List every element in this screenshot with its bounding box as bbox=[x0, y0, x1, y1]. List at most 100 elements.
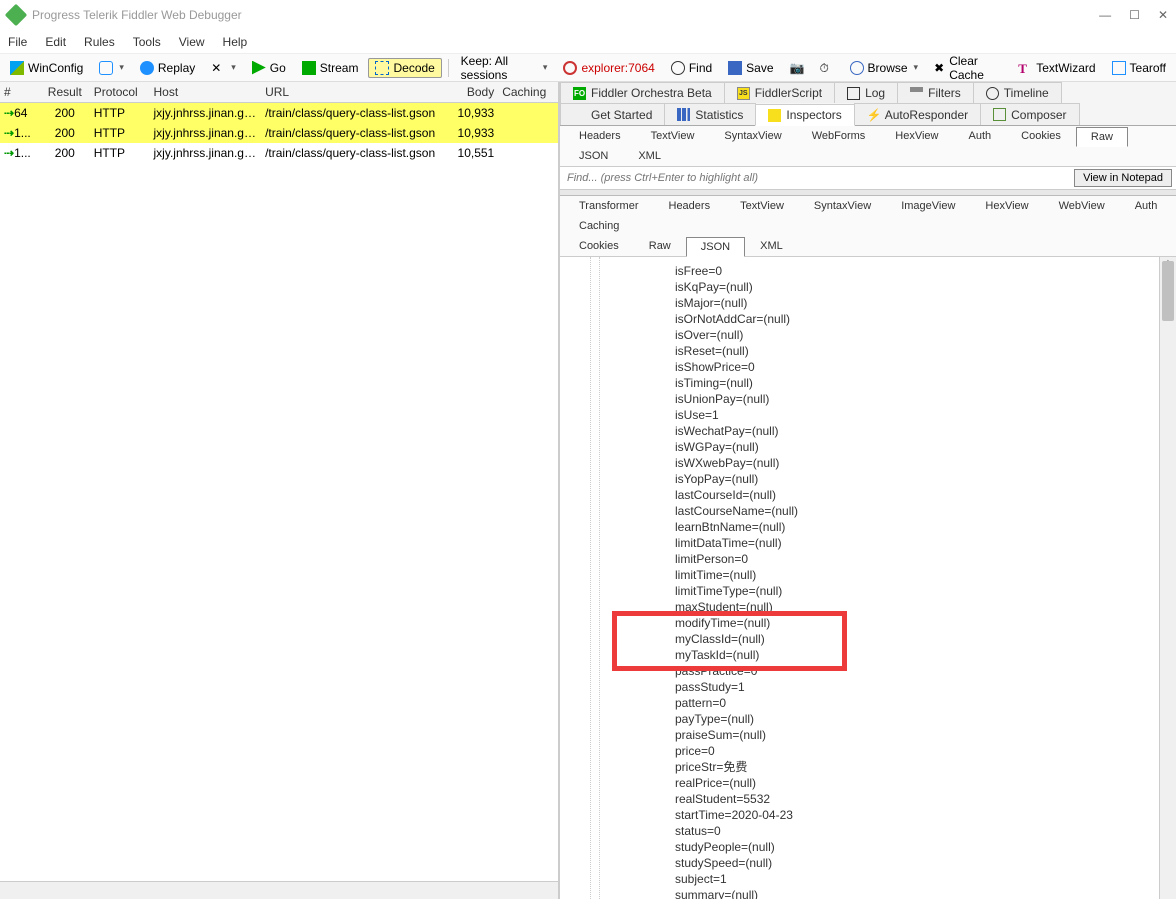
replay-button[interactable]: Replay bbox=[134, 59, 201, 77]
resptab-webview[interactable]: WebView bbox=[1044, 196, 1120, 216]
menu-view[interactable]: View bbox=[179, 35, 205, 49]
log-icon bbox=[847, 87, 860, 100]
browse-button[interactable]: Browse▾ bbox=[844, 59, 925, 77]
find-input[interactable] bbox=[564, 169, 1074, 187]
menu-rules[interactable]: Rules bbox=[84, 35, 115, 49]
json-vscroll[interactable]: ▲ bbox=[1159, 257, 1176, 899]
menu-tools[interactable]: Tools bbox=[133, 35, 161, 49]
json-line: modifyTime=(null) bbox=[675, 615, 1176, 631]
tab-log[interactable]: Log bbox=[834, 82, 898, 103]
resptab-xml[interactable]: XML bbox=[745, 236, 798, 256]
col-header[interactable]: Host bbox=[150, 82, 262, 102]
scroll-thumb[interactable] bbox=[1162, 261, 1174, 321]
session-row[interactable]: ⇢1...200HTTPjxjy.jnhrss.jinan.go.../trai… bbox=[0, 123, 558, 143]
fiddlerscript-icon: JS bbox=[737, 87, 750, 100]
tab-filters[interactable]: Filters bbox=[897, 82, 974, 103]
json-line: realStudent=5532 bbox=[675, 791, 1176, 807]
col-header[interactable]: # bbox=[0, 82, 40, 102]
json-line: limitTimeType=(null) bbox=[675, 583, 1176, 599]
resptab-hexview[interactable]: HexView bbox=[970, 196, 1043, 216]
resptab-transformer[interactable]: Transformer bbox=[564, 196, 654, 216]
resptab-cookies[interactable]: Cookies bbox=[564, 236, 634, 256]
reqtab-webforms[interactable]: WebForms bbox=[797, 126, 881, 146]
titlebar: Progress Telerik Fiddler Web Debugger — … bbox=[0, 0, 1176, 30]
col-header[interactable]: URL bbox=[261, 82, 446, 102]
stream-button[interactable]: Stream bbox=[296, 59, 365, 77]
keep-sessions-dropdown[interactable]: Keep: All sessions▾ bbox=[455, 52, 554, 84]
find-button[interactable]: Find bbox=[665, 59, 718, 77]
remove-button[interactable]: ✕▾ bbox=[205, 59, 242, 77]
menu-edit[interactable]: Edit bbox=[45, 35, 66, 49]
sessions-body[interactable]: ⇢64200HTTPjxjy.jnhrss.jinan.go.../train/… bbox=[0, 103, 558, 881]
resptab-auth[interactable]: Auth bbox=[1120, 196, 1173, 216]
reqtab-xml[interactable]: XML bbox=[623, 146, 676, 166]
resptab-caching[interactable]: Caching bbox=[564, 216, 634, 236]
json-line: passPractice=0 bbox=[675, 663, 1176, 679]
col-header[interactable]: Caching bbox=[498, 82, 558, 102]
json-line: isWGPay=(null) bbox=[675, 439, 1176, 455]
screenshot-button[interactable]: 📷 bbox=[784, 59, 810, 77]
comment-button[interactable]: ▾ bbox=[93, 59, 130, 77]
close-button[interactable]: ✕ bbox=[1158, 8, 1168, 22]
minimize-button[interactable]: — bbox=[1099, 8, 1111, 22]
json-tree-view[interactable]: isFree=0isKqPay=(null)isMajor=(null)isOr… bbox=[560, 257, 1176, 899]
tab-get-started[interactable]: Get Started bbox=[560, 103, 665, 125]
resptab-imageview[interactable]: ImageView bbox=[886, 196, 970, 216]
json-line: isKqPay=(null) bbox=[675, 279, 1176, 295]
tab-inspectors[interactable]: Inspectors bbox=[755, 104, 854, 126]
json-line: maxStudent=(null) bbox=[675, 599, 1176, 615]
timer-button[interactable]: ⏱ bbox=[814, 59, 840, 77]
json-line: isTiming=(null) bbox=[675, 375, 1176, 391]
maximize-button[interactable]: ☐ bbox=[1129, 8, 1140, 22]
json-line: realPrice=(null) bbox=[675, 775, 1176, 791]
session-row[interactable]: ⇢64200HTTPjxjy.jnhrss.jinan.go.../train/… bbox=[0, 103, 558, 123]
json-line: myClassId=(null) bbox=[675, 631, 1176, 647]
reqtab-raw[interactable]: Raw bbox=[1076, 127, 1128, 147]
decode-button[interactable]: Decode bbox=[368, 58, 441, 78]
resptab-headers[interactable]: Headers bbox=[654, 196, 726, 216]
reqtab-headers[interactable]: Headers bbox=[564, 126, 636, 146]
view-in-notepad-button[interactable]: View in Notepad bbox=[1074, 169, 1172, 187]
reqtab-auth[interactable]: Auth bbox=[954, 126, 1007, 146]
json-line: pattern=0 bbox=[675, 695, 1176, 711]
reqtab-hexview[interactable]: HexView bbox=[880, 126, 953, 146]
json-line: limitPerson=0 bbox=[675, 551, 1176, 567]
tab-fiddler-orchestra-beta[interactable]: FOFiddler Orchestra Beta bbox=[560, 82, 725, 103]
col-header[interactable]: Result bbox=[40, 82, 90, 102]
session-row[interactable]: ⇢1...200HTTPjxjy.jnhrss.jinan.go.../trai… bbox=[0, 143, 558, 163]
tab-autoresponder[interactable]: ⚡AutoResponder bbox=[854, 103, 981, 125]
sessions-hscroll[interactable] bbox=[0, 881, 558, 899]
clearcache-button[interactable]: ✖Clear Cache bbox=[928, 52, 1008, 84]
reqtab-syntaxview[interactable]: SyntaxView bbox=[709, 126, 796, 146]
resptab-textview[interactable]: TextView bbox=[725, 196, 799, 216]
tab-statistics[interactable]: Statistics bbox=[664, 103, 756, 125]
get-started-icon bbox=[573, 108, 586, 121]
col-header[interactable]: Body bbox=[446, 82, 498, 102]
composer-icon bbox=[993, 108, 1006, 121]
resptab-raw[interactable]: Raw bbox=[634, 236, 686, 256]
top-tabs: FOFiddler Orchestra BetaJSFiddlerScriptL… bbox=[560, 82, 1176, 126]
winconfig-button[interactable]: WinConfig bbox=[4, 59, 89, 77]
process-filter-button[interactable]: explorer:7064 bbox=[557, 59, 660, 77]
reqtab-json[interactable]: JSON bbox=[564, 146, 623, 166]
tab-composer[interactable]: Composer bbox=[980, 103, 1079, 125]
go-button[interactable]: Go bbox=[246, 59, 292, 77]
sessions-panel: #ResultProtocolHostURLBodyCaching ⇢64200… bbox=[0, 82, 560, 899]
save-button[interactable]: Save bbox=[722, 59, 779, 77]
tab-fiddlerscript[interactable]: JSFiddlerScript bbox=[724, 82, 835, 103]
reqtab-textview[interactable]: TextView bbox=[636, 126, 710, 146]
textwizard-button[interactable]: TTextWizard bbox=[1012, 59, 1101, 77]
app-icon bbox=[5, 4, 28, 27]
resptab-syntaxview[interactable]: SyntaxView bbox=[799, 196, 886, 216]
json-line: learnBtnName=(null) bbox=[675, 519, 1176, 535]
reqtab-cookies[interactable]: Cookies bbox=[1006, 126, 1076, 146]
menu-help[interactable]: Help bbox=[223, 35, 248, 49]
menu-file[interactable]: File bbox=[8, 35, 27, 49]
tab-timeline[interactable]: Timeline bbox=[973, 82, 1062, 103]
resptab-json[interactable]: JSON bbox=[686, 237, 745, 257]
find-bar: View in Notepad bbox=[560, 167, 1176, 190]
autoresponder-icon: ⚡ bbox=[867, 108, 880, 121]
col-header[interactable]: Protocol bbox=[90, 82, 150, 102]
tearoff-button[interactable]: Tearoff bbox=[1106, 59, 1172, 77]
json-line: studyPeople=(null) bbox=[675, 839, 1176, 855]
